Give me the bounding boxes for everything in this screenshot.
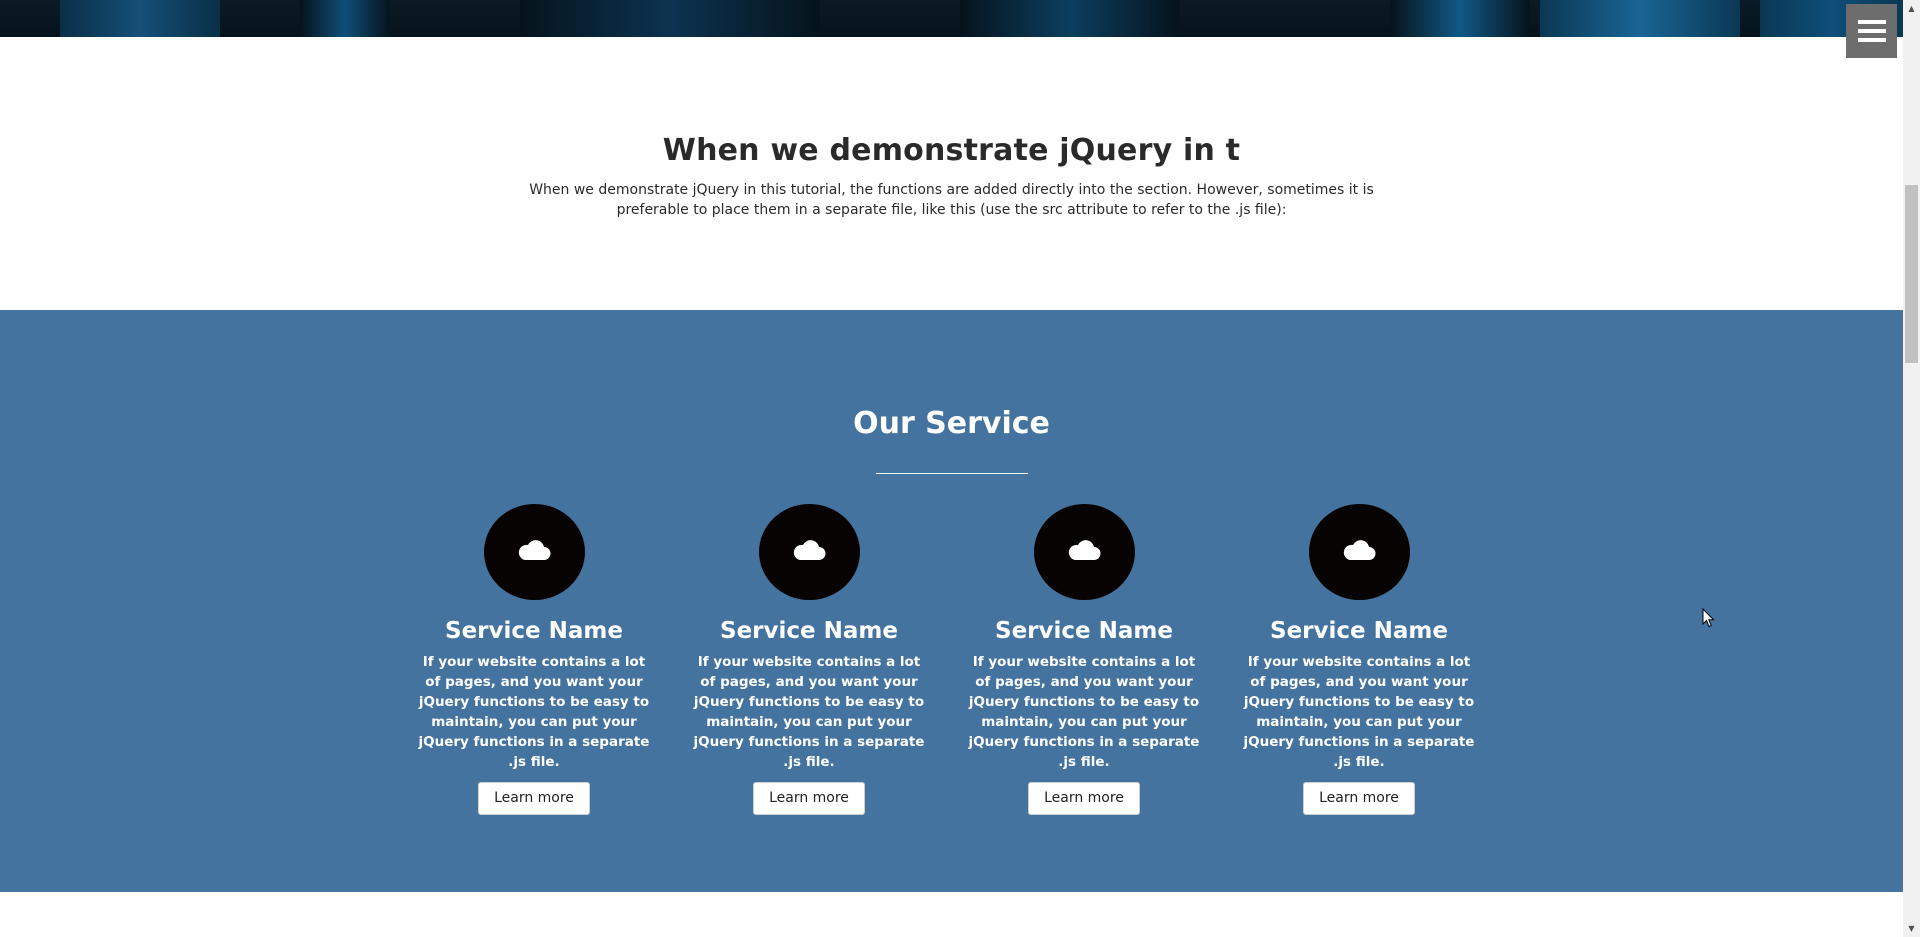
service-card: Service Name If your website contains a … [688,504,930,815]
service-description: If your website contains a lot of pages,… [418,654,650,770]
service-icon-circle [1033,504,1135,600]
intro-text: When we demonstrate jQuery in this tutor… [529,182,1374,218]
service-name: Service Name [995,618,1173,644]
learn-more-button[interactable]: Learn more [1303,782,1415,815]
service-description: If your website contains a lot of pages,… [968,654,1200,770]
service-card: Service Name If your website contains a … [963,504,1205,815]
page: When we demonstrate jQuery in t When we … [0,0,1903,937]
cloud-icon [1067,539,1101,565]
learn-more-button[interactable]: Learn more [753,782,865,815]
cloud-icon [517,539,551,565]
service-icon-circle [758,504,860,600]
service-description: If your website contains a lot of pages,… [1243,654,1475,770]
mouse-cursor-icon [1702,607,1716,632]
scrollbar-thumb[interactable] [1905,185,1918,363]
scroll-up-icon[interactable]: ▲ [1903,0,1920,17]
scroll-down-icon[interactable]: ▼ [1903,920,1920,937]
service-description: If your website contains a lot of pages,… [693,654,925,770]
vertical-scrollbar[interactable]: ▲ ▼ [1903,0,1920,937]
services-title: Our Service [853,406,1050,441]
hero-image [0,0,1903,37]
service-icon-circle [483,504,585,600]
menu-button[interactable] [1846,4,1897,58]
service-cards: Service Name If your website contains a … [413,504,1513,815]
learn-more-button[interactable]: Learn more [478,782,590,815]
service-name: Service Name [1270,618,1448,644]
hamburger-icon [1857,18,1887,44]
cloud-icon [792,539,826,565]
title-divider [876,473,1028,474]
service-card: Service Name If your website contains a … [413,504,655,815]
service-name: Service Name [445,618,623,644]
service-icon-circle [1308,504,1410,600]
service-name: Service Name [720,618,898,644]
intro-section: When we demonstrate jQuery in t When we … [0,37,1903,310]
services-section: Our Service Service Name If your website… [0,310,1903,892]
service-card: Service Name If your website contains a … [1238,504,1480,815]
intro-title: When we demonstrate jQuery in t [662,133,1241,168]
learn-more-button[interactable]: Learn more [1028,782,1140,815]
cloud-icon [1342,539,1376,565]
